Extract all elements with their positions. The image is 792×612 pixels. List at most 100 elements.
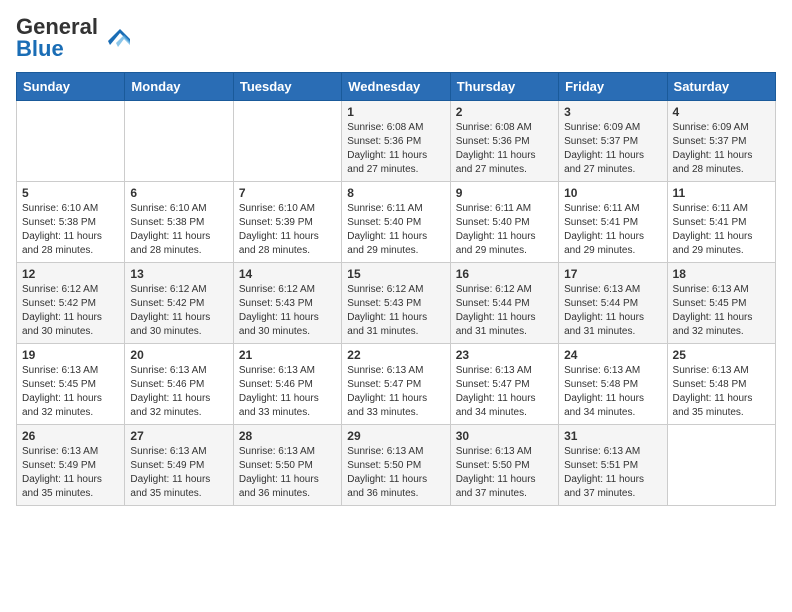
calendar-cell: 20 Sunrise: 6:13 AMSunset: 5:46 PMDayligh… bbox=[125, 344, 233, 425]
day-of-week-header: Wednesday bbox=[342, 73, 450, 101]
day-number: 24 bbox=[564, 348, 661, 362]
day-number: 29 bbox=[347, 429, 444, 443]
day-detail: Sunrise: 6:13 AMSunset: 5:45 PMDaylight:… bbox=[673, 283, 770, 339]
day-detail: Sunrise: 6:11 AMSunset: 5:40 PMDaylight:… bbox=[456, 202, 553, 258]
calendar-cell bbox=[667, 425, 775, 506]
calendar-cell: 1 Sunrise: 6:08 AMSunset: 5:36 PMDaylight… bbox=[342, 101, 450, 182]
day-number: 17 bbox=[564, 267, 661, 281]
day-detail: Sunrise: 6:13 AMSunset: 5:46 PMDaylight:… bbox=[239, 364, 336, 420]
day-number: 14 bbox=[239, 267, 336, 281]
calendar-cell: 25 Sunrise: 6:13 AMSunset: 5:48 PMDayligh… bbox=[667, 344, 775, 425]
day-detail: Sunrise: 6:13 AMSunset: 5:49 PMDaylight:… bbox=[130, 445, 227, 501]
day-number: 20 bbox=[130, 348, 227, 362]
calendar-cell: 4 Sunrise: 6:09 AMSunset: 5:37 PMDaylight… bbox=[667, 101, 775, 182]
calendar-cell: 17 Sunrise: 6:13 AMSunset: 5:44 PMDayligh… bbox=[559, 263, 667, 344]
calendar-cell: 6Sunrise: 6:10 AMSunset: 5:38 PMDaylight… bbox=[125, 182, 233, 263]
calendar-cell: 12Sunrise: 6:12 AMSunset: 5:42 PMDayligh… bbox=[17, 263, 125, 344]
calendar-cell: 11Sunrise: 6:11 AMSunset: 5:41 PMDayligh… bbox=[667, 182, 775, 263]
day-number: 1 bbox=[347, 105, 444, 119]
calendar-cell: 31 Sunrise: 6:13 AMSunset: 5:51 PMDayligh… bbox=[559, 425, 667, 506]
logo-icon bbox=[102, 21, 132, 56]
calendar-cell: 3 Sunrise: 6:09 AMSunset: 5:37 PMDaylight… bbox=[559, 101, 667, 182]
day-of-week-header: Sunday bbox=[17, 73, 125, 101]
calendar-cell: 23Sunrise: 6:13 AMSunset: 5:47 PMDayligh… bbox=[450, 344, 558, 425]
day-detail: Sunrise: 6:09 AMSunset: 5:37 PMDaylight:… bbox=[673, 121, 770, 177]
calendar-cell: 7 Sunrise: 6:10 AMSunset: 5:39 PMDaylight… bbox=[233, 182, 341, 263]
day-detail: Sunrise: 6:13 AMSunset: 5:46 PMDaylight:… bbox=[130, 364, 227, 420]
day-number: 21 bbox=[239, 348, 336, 362]
day-of-week-header: Tuesday bbox=[233, 73, 341, 101]
day-of-week-header: Saturday bbox=[667, 73, 775, 101]
calendar-cell: 29 Sunrise: 6:13 AMSunset: 5:50 PMDayligh… bbox=[342, 425, 450, 506]
day-detail: Sunrise: 6:10 AMSunset: 5:38 PMDaylight:… bbox=[130, 202, 227, 258]
day-number: 10 bbox=[564, 186, 661, 200]
day-number: 25 bbox=[673, 348, 770, 362]
calendar-cell bbox=[233, 101, 341, 182]
calendar-cell: 28Sunrise: 6:13 AMSunset: 5:50 PMDayligh… bbox=[233, 425, 341, 506]
calendar-cell: 22 Sunrise: 6:13 AMSunset: 5:47 PMDayligh… bbox=[342, 344, 450, 425]
day-number: 8 bbox=[347, 186, 444, 200]
day-number: 2 bbox=[456, 105, 553, 119]
day-number: 16 bbox=[456, 267, 553, 281]
day-of-week-header: Monday bbox=[125, 73, 233, 101]
calendar-week-row: 5 Sunrise: 6:10 AMSunset: 5:38 PMDaylight… bbox=[17, 182, 776, 263]
day-detail: Sunrise: 6:13 AMSunset: 5:50 PMDaylight:… bbox=[347, 445, 444, 501]
day-number: 30 bbox=[456, 429, 553, 443]
calendar-cell: 5 Sunrise: 6:10 AMSunset: 5:38 PMDaylight… bbox=[17, 182, 125, 263]
calendar-cell: 16 Sunrise: 6:12 AMSunset: 5:44 PMDayligh… bbox=[450, 263, 558, 344]
day-detail: Sunrise: 6:13 AMSunset: 5:47 PMDaylight:… bbox=[347, 364, 444, 420]
day-detail: Sunrise: 6:12 AMSunset: 5:42 PMDaylight:… bbox=[130, 283, 227, 339]
calendar-cell: 30Sunrise: 6:13 AMSunset: 5:50 PMDayligh… bbox=[450, 425, 558, 506]
day-number: 4 bbox=[673, 105, 770, 119]
day-number: 26 bbox=[22, 429, 119, 443]
day-detail: Sunrise: 6:13 AMSunset: 5:50 PMDaylight:… bbox=[239, 445, 336, 501]
day-detail: Sunrise: 6:13 AMSunset: 5:45 PMDaylight:… bbox=[22, 364, 119, 420]
calendar-cell: 10 Sunrise: 6:11 AMSunset: 5:41 PMDayligh… bbox=[559, 182, 667, 263]
day-detail: Sunrise: 6:10 AMSunset: 5:39 PMDaylight:… bbox=[239, 202, 336, 258]
day-of-week-header: Friday bbox=[559, 73, 667, 101]
calendar-table: SundayMondayTuesdayWednesdayThursdayFrid… bbox=[16, 72, 776, 506]
day-detail: Sunrise: 6:12 AMSunset: 5:43 PMDaylight:… bbox=[347, 283, 444, 339]
day-detail: Sunrise: 6:11 AMSunset: 5:41 PMDaylight:… bbox=[564, 202, 661, 258]
day-detail: Sunrise: 6:13 AMSunset: 5:48 PMDaylight:… bbox=[564, 364, 661, 420]
calendar-cell: 13 Sunrise: 6:12 AMSunset: 5:42 PMDayligh… bbox=[125, 263, 233, 344]
page-header: General Blue bbox=[16, 16, 776, 60]
calendar-cell: 19 Sunrise: 6:13 AMSunset: 5:45 PMDayligh… bbox=[17, 344, 125, 425]
day-number: 31 bbox=[564, 429, 661, 443]
day-detail: Sunrise: 6:09 AMSunset: 5:37 PMDaylight:… bbox=[564, 121, 661, 177]
calendar-cell: 27Sunrise: 6:13 AMSunset: 5:49 PMDayligh… bbox=[125, 425, 233, 506]
logo: General Blue bbox=[16, 16, 132, 60]
calendar-cell: 21 Sunrise: 6:13 AMSunset: 5:46 PMDayligh… bbox=[233, 344, 341, 425]
day-detail: Sunrise: 6:08 AMSunset: 5:36 PMDaylight:… bbox=[456, 121, 553, 177]
day-number: 9 bbox=[456, 186, 553, 200]
day-number: 13 bbox=[130, 267, 227, 281]
day-detail: Sunrise: 6:11 AMSunset: 5:41 PMDaylight:… bbox=[673, 202, 770, 258]
day-number: 7 bbox=[239, 186, 336, 200]
day-detail: Sunrise: 6:13 AMSunset: 5:47 PMDaylight:… bbox=[456, 364, 553, 420]
day-number: 3 bbox=[564, 105, 661, 119]
day-number: 18 bbox=[673, 267, 770, 281]
day-number: 5 bbox=[22, 186, 119, 200]
calendar-cell: 9 Sunrise: 6:11 AMSunset: 5:40 PMDaylight… bbox=[450, 182, 558, 263]
calendar-week-row: 19 Sunrise: 6:13 AMSunset: 5:45 PMDayligh… bbox=[17, 344, 776, 425]
calendar-cell: 26Sunrise: 6:13 AMSunset: 5:49 PMDayligh… bbox=[17, 425, 125, 506]
calendar-cell: 14 Sunrise: 6:12 AMSunset: 5:43 PMDayligh… bbox=[233, 263, 341, 344]
day-detail: Sunrise: 6:13 AMSunset: 5:44 PMDaylight:… bbox=[564, 283, 661, 339]
day-detail: Sunrise: 6:13 AMSunset: 5:48 PMDaylight:… bbox=[673, 364, 770, 420]
day-detail: Sunrise: 6:10 AMSunset: 5:38 PMDaylight:… bbox=[22, 202, 119, 258]
day-detail: Sunrise: 6:11 AMSunset: 5:40 PMDaylight:… bbox=[347, 202, 444, 258]
day-number: 19 bbox=[22, 348, 119, 362]
calendar-week-row: 1 Sunrise: 6:08 AMSunset: 5:36 PMDaylight… bbox=[17, 101, 776, 182]
calendar-header-row: SundayMondayTuesdayWednesdayThursdayFrid… bbox=[17, 73, 776, 101]
day-detail: Sunrise: 6:13 AMSunset: 5:51 PMDaylight:… bbox=[564, 445, 661, 501]
day-detail: Sunrise: 6:12 AMSunset: 5:44 PMDaylight:… bbox=[456, 283, 553, 339]
day-detail: Sunrise: 6:08 AMSunset: 5:36 PMDaylight:… bbox=[347, 121, 444, 177]
day-number: 22 bbox=[347, 348, 444, 362]
day-detail: Sunrise: 6:12 AMSunset: 5:43 PMDaylight:… bbox=[239, 283, 336, 339]
day-of-week-header: Thursday bbox=[450, 73, 558, 101]
day-detail: Sunrise: 6:12 AMSunset: 5:42 PMDaylight:… bbox=[22, 283, 119, 339]
calendar-cell: 24 Sunrise: 6:13 AMSunset: 5:48 PMDayligh… bbox=[559, 344, 667, 425]
calendar-cell bbox=[17, 101, 125, 182]
calendar-cell bbox=[125, 101, 233, 182]
calendar-week-row: 26 Sunrise: 6:13 AMSunset: 5:49 PMDayligh… bbox=[17, 425, 776, 506]
